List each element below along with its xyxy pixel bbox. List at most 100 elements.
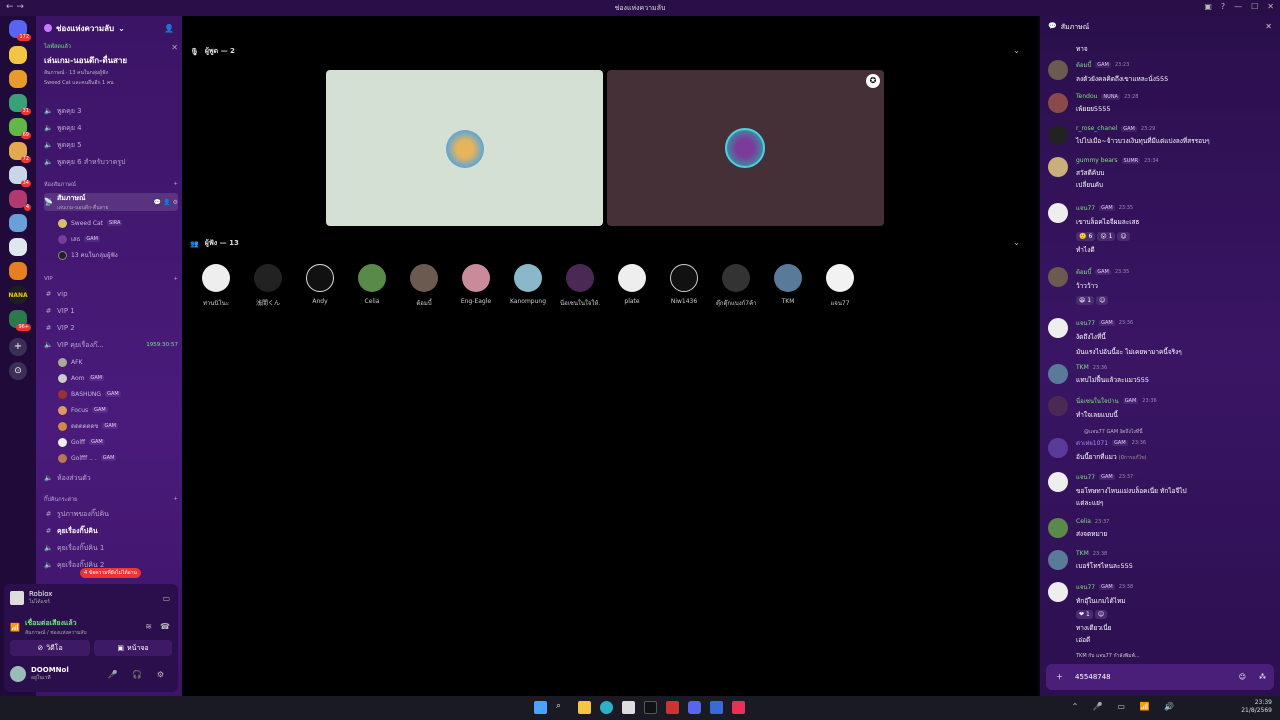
close-button[interactable]: ✕ xyxy=(1267,2,1274,11)
category-header[interactable]: กิ๊ปคินกระต่าย + xyxy=(44,496,178,504)
stage-audience-count[interactable]: 13 คนในกลุ่มผู้ฟัง xyxy=(58,249,178,261)
screen-button[interactable]: ▣ หน้าจอ xyxy=(94,640,172,656)
author-name[interactable]: Tendou xyxy=(1076,93,1097,100)
server-icon[interactable]: 96+ xyxy=(9,310,31,331)
add-reaction-icon[interactable]: ☺ xyxy=(1117,232,1130,241)
disconnect-icon[interactable]: ☎ xyxy=(160,622,170,631)
inbox-icon[interactable]: ▣ xyxy=(1204,2,1212,11)
new-messages-pill[interactable]: 4 ข้อความที่ยังไม่ได้อ่าน xyxy=(80,568,141,578)
reaction[interactable]: 😆 1 xyxy=(1076,296,1095,305)
voice-channel[interactable]: 🔈 พูดคุย 3 xyxy=(44,104,178,118)
avatar[interactable] xyxy=(1048,550,1068,570)
author-name[interactable]: ต่าเห่ย1071 xyxy=(1076,438,1108,448)
author-name[interactable]: TKM xyxy=(1076,550,1089,557)
maximize-button[interactable]: ☐ xyxy=(1251,2,1258,11)
search-icon[interactable]: ⌕ xyxy=(556,701,569,714)
audience-member[interactable]: Andy xyxy=(300,264,340,305)
add-member-icon[interactable]: 👤 xyxy=(164,24,174,33)
voice-channel[interactable]: 🔈 พูดคุย 5 xyxy=(44,138,178,152)
server-icon[interactable] xyxy=(9,262,27,280)
chat-message[interactable]: แจน77 GAM 23:36 งัดถึงไงที่นี้ มันแรงไปอันนี… xyxy=(1076,318,1272,358)
audience-member[interactable]: นี่อเซนในใจให้... xyxy=(560,264,600,308)
discord-icon[interactable] xyxy=(688,701,701,714)
stage-user[interactable]: Sweed Cat SIRA xyxy=(58,217,178,229)
voice-channel[interactable]: 🔈 คุยเรื่องกิ๊ปคิน 1 xyxy=(44,541,178,555)
audience-member[interactable]: plate xyxy=(612,264,652,305)
avatar[interactable] xyxy=(1048,438,1068,458)
reaction[interactable]: 😮 1 xyxy=(1097,232,1116,241)
screen-share-icon[interactable]: ▭ xyxy=(162,594,170,603)
noise-suppression-icon[interactable]: ≋ xyxy=(145,622,152,631)
video-button[interactable]: ⊘ วิดีโอ xyxy=(10,640,90,656)
category-header[interactable]: ห้องสัมภาษณ์ + xyxy=(44,181,178,189)
app-icon[interactable] xyxy=(666,701,679,714)
voice-channel[interactable]: 🔈 พูดคุย 6 สำหรับวาดรูป xyxy=(44,155,178,169)
stage-user[interactable]: เสธ GAM xyxy=(58,233,178,245)
author-name[interactable]: แจน77 xyxy=(1076,582,1095,592)
voice-channel[interactable]: 🔈 ห้องส่วนตัว xyxy=(44,471,178,485)
server-icon[interactable] xyxy=(9,70,27,88)
voice-user[interactable]: Golff GAM xyxy=(58,436,178,448)
avatar[interactable] xyxy=(1048,472,1068,492)
text-channel[interactable]: # vip xyxy=(44,287,178,301)
edge-icon[interactable] xyxy=(600,701,613,714)
author-name[interactable]: แจน77 xyxy=(1076,318,1095,328)
chat-message[interactable]: r_rose_chanel GAM 23:29 ไปไปเมือ~จ้าวบวงเงิ… xyxy=(1076,125,1272,147)
chat-message[interactable]: Celia 23:37 ส่งจดหมาย xyxy=(1076,518,1272,540)
audience-member[interactable]: ตุ๊กตุ๊กแบงก์7ค้า... xyxy=(716,264,756,308)
server-header[interactable]: ช่องแห่งความลับ ⌄ 👤 xyxy=(36,16,182,40)
discord-home-icon[interactable]: 172 xyxy=(9,20,31,41)
start-icon[interactable] xyxy=(534,701,547,714)
chat-message[interactable]: แจน77 GAM 23:35 เขาบล็อคไอจีผมละเสธ 🙂 6 😮 1 ☺ ท… xyxy=(1076,203,1272,256)
chat-message[interactable]: ต้อมบี้ GAM 23:35 ว้าวว้าว 😆 1 ☺ xyxy=(1076,267,1272,305)
voice-channel[interactable]: 🔈 VIP คุยเรื่องก๊... 1959:30:57 xyxy=(44,338,178,352)
activity[interactable]: Roblox ไม่ได้แชร์ xyxy=(10,590,52,606)
speaker-tile[interactable] xyxy=(326,70,603,226)
chat-message[interactable]: แจน77 GAM 23:38 ทักอุ๊ในเกมได้ไหม ❤ 1 ☺ ทางเด… xyxy=(1076,582,1272,646)
avatar[interactable] xyxy=(1048,60,1068,80)
avatar[interactable] xyxy=(1048,518,1068,538)
add-server-icon[interactable]: + xyxy=(9,338,27,356)
audience-header[interactable]: 👥 ผู้ฟัง — 13 xyxy=(190,238,239,249)
avatar[interactable] xyxy=(1048,125,1068,145)
audience-member[interactable]: ต้อมบี้ xyxy=(404,264,444,308)
tiktok-icon[interactable] xyxy=(644,701,657,714)
add-channel-icon[interactable]: + xyxy=(173,276,178,282)
reaction[interactable]: 🙂 6 xyxy=(1076,232,1096,241)
category-header[interactable]: VIP + xyxy=(44,276,178,282)
server-icon[interactable]: 31 xyxy=(9,94,31,115)
audience-member[interactable]: Niw1436 xyxy=(664,264,704,305)
chat-message[interactable]: แจน77 GAM 23:37 ขอโทษทางไหนแม่งบล็อคเนี่ย ท… xyxy=(1076,472,1272,509)
chat-message[interactable]: ทาจ xyxy=(1076,40,1272,55)
server-icon[interactable] xyxy=(9,238,27,256)
server-icon[interactable]: 69 xyxy=(9,118,31,139)
author-name[interactable]: TKM xyxy=(1076,364,1089,371)
close-icon[interactable]: ✕ xyxy=(1265,22,1272,31)
add-reaction-icon[interactable]: ☺ xyxy=(1094,610,1108,619)
live-event-card[interactable]: ไลฟ์สดแล้ว เล่นเกม-นอนดึก-ตื่นสาย สัมภาษ… xyxy=(44,43,178,87)
avatar[interactable] xyxy=(1048,93,1068,113)
emoji-icon[interactable]: ☺ xyxy=(1239,673,1246,681)
server-icon[interactable]: 72 xyxy=(9,142,31,163)
clock[interactable]: 23:39 21/8/2569 xyxy=(1241,699,1272,715)
add-channel-icon[interactable]: + xyxy=(173,181,178,189)
avatar[interactable] xyxy=(1048,203,1068,223)
voice-user[interactable]: ดดดดดดข GAM xyxy=(58,420,178,432)
voice-user[interactable]: AFK xyxy=(58,356,178,368)
explore-icon[interactable]: ⊙ xyxy=(9,362,27,380)
avatar[interactable] xyxy=(1048,364,1068,384)
text-channel[interactable]: # รูปภาพของกิ๊ปคิน xyxy=(44,507,178,521)
avatar[interactable] xyxy=(1048,582,1068,602)
close-icon[interactable]: ✕ xyxy=(171,43,178,52)
text-channel[interactable]: # คุยเรื่องกิ๊ปคิน xyxy=(44,524,178,538)
author-name[interactable]: gummy bears xyxy=(1076,157,1118,164)
speakers-header[interactable]: 🎙 ผู้พูด — 2 xyxy=(190,46,235,57)
help-icon[interactable]: ? xyxy=(1221,2,1225,11)
server-icon[interactable]: 34 xyxy=(9,166,31,187)
author-name[interactable]: แจน77 xyxy=(1076,203,1095,213)
avatar[interactable] xyxy=(1048,396,1068,416)
tray-icons[interactable]: ⌃ 🎤 ▭ 📶 🔊 xyxy=(1072,702,1180,711)
avatar[interactable] xyxy=(1048,267,1068,287)
audience-member[interactable]: 浅間くん xyxy=(248,264,288,307)
server-icon[interactable] xyxy=(9,46,27,64)
